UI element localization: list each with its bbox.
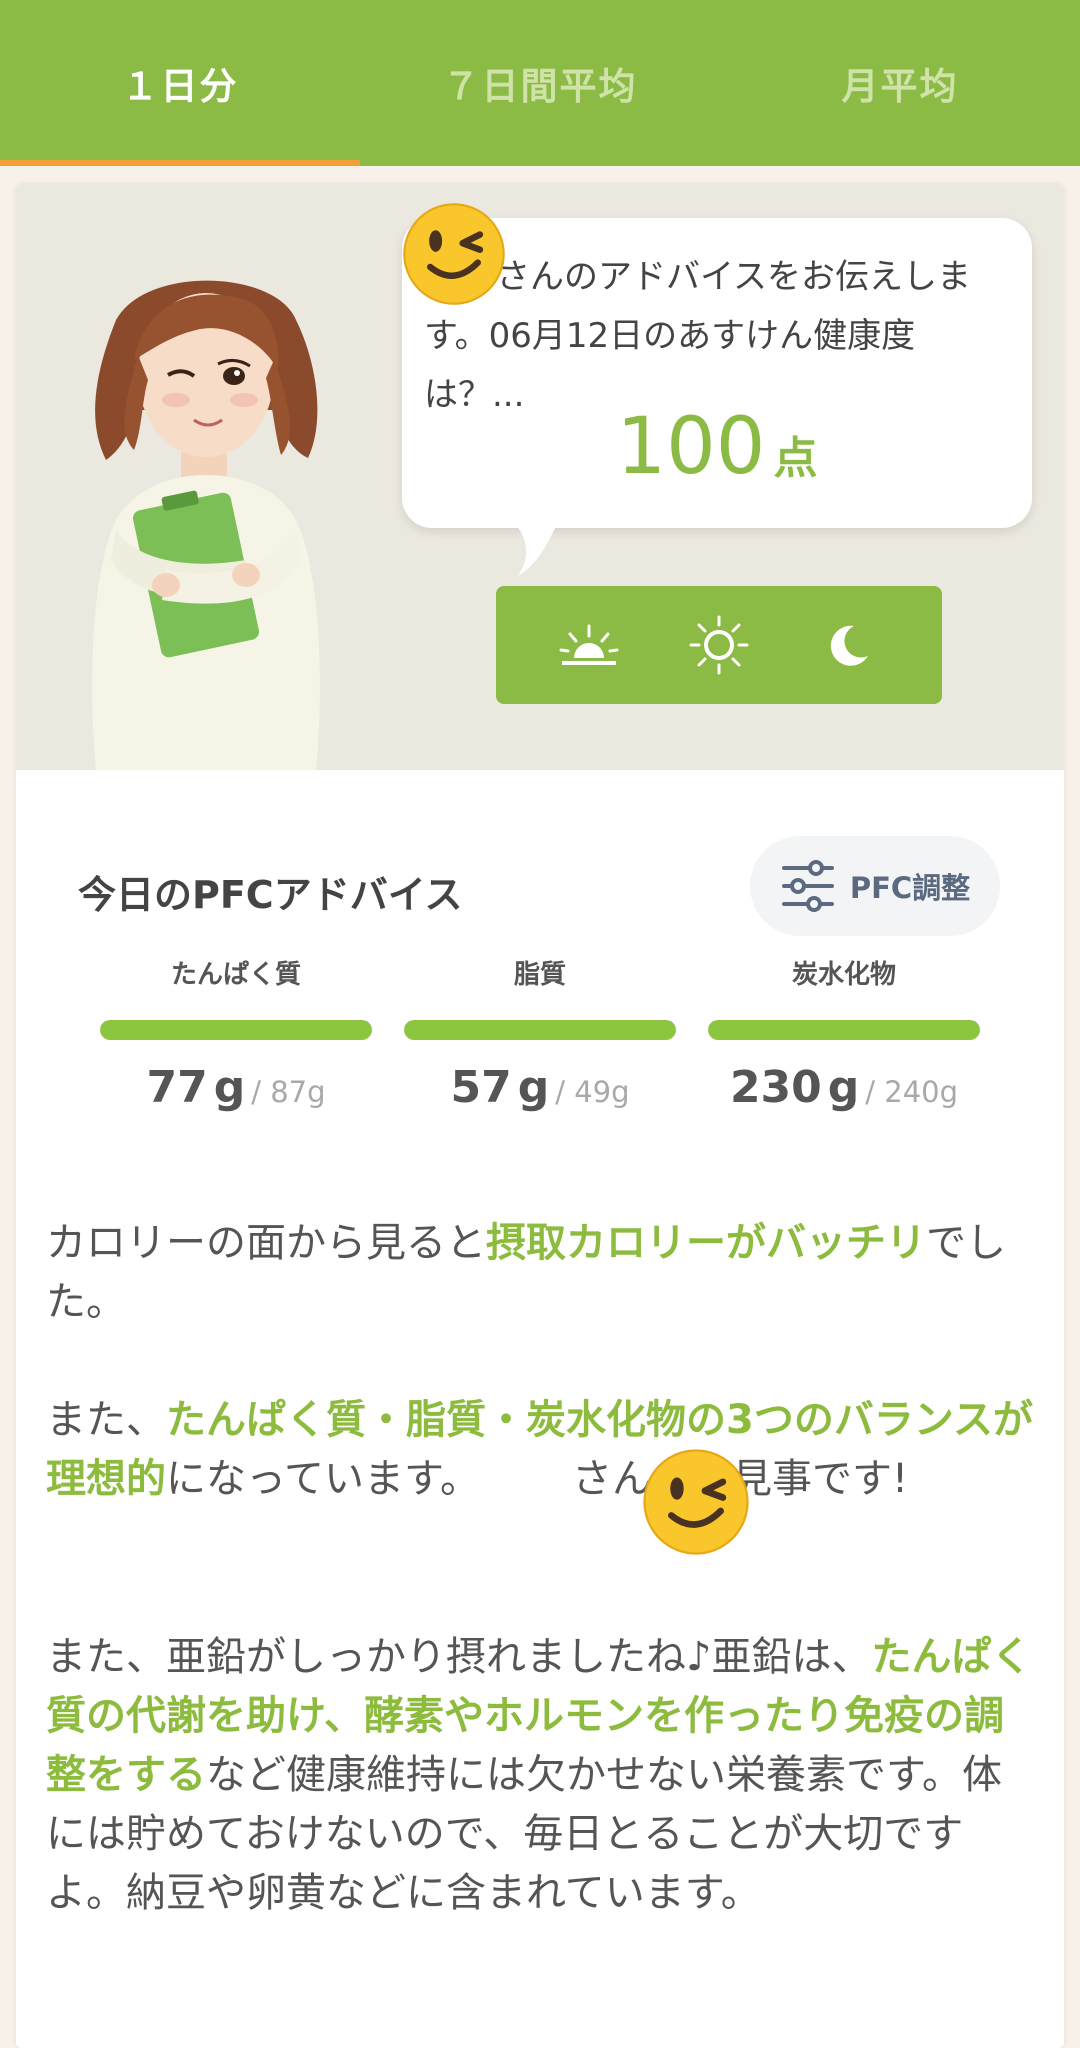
advice-highlight: 摂取カロリーがバッチリ xyxy=(486,1220,926,1266)
health-score-unit: 点 xyxy=(773,433,818,484)
bubble-tail xyxy=(510,518,560,576)
pfc-fat: 脂質 57 g/ 49g xyxy=(404,954,676,1113)
health-score: 100 点 xyxy=(402,402,1032,492)
advisor-hero: さんのアドバイスをお伝えします。06月12日のあすけん健康度は？... 100 点 xyxy=(16,184,1064,770)
dinner-button[interactable] xyxy=(814,610,884,680)
pfc-protein-unit: g xyxy=(213,1062,246,1113)
tab-bar: １日分 ７日間平均 月平均 xyxy=(0,0,1080,166)
pfc-carbohydrate: 炭水化物 230 g/ 240g xyxy=(708,954,980,1113)
pfc-carbohydrate-fill xyxy=(708,1020,980,1040)
pfc-carbohydrate-target: / 240g xyxy=(865,1075,959,1109)
pfc-carbohydrate-unit: g xyxy=(827,1062,860,1113)
meal-time-selector xyxy=(496,586,942,704)
pfc-fat-target: / 49g xyxy=(555,1075,630,1109)
moon-icon xyxy=(830,625,868,666)
advice-intro-text: さんのアドバイスをお伝えします。06月12日のあすけん健康度は？... xyxy=(424,257,971,415)
pfc-fat-unit: g xyxy=(517,1062,550,1113)
advice-text: カロリーの面から見ると xyxy=(46,1220,486,1266)
pfc-fat-actual: 57 xyxy=(450,1062,512,1113)
advice-text: また、 xyxy=(46,1397,166,1443)
advisor-avatar xyxy=(92,280,320,770)
pfc-fat-fill xyxy=(404,1020,676,1040)
tab-weekly-average[interactable]: ７日間平均 xyxy=(360,0,720,166)
lunch-button[interactable] xyxy=(684,610,754,680)
pfc-protein-actual: 77 xyxy=(146,1062,208,1113)
advice-paragraph-balance: また、たんぱく質・脂質・炭水化物の3つのバランスが理想的になっています。さん、お… xyxy=(46,1391,1036,1509)
pfc-protein-bar xyxy=(100,1020,372,1040)
sliders-icon xyxy=(781,860,834,912)
pfc-fat-bar xyxy=(404,1020,676,1040)
tab-monthly-average[interactable]: 月平均 xyxy=(720,0,1080,166)
pfc-adjust-button[interactable]: PFC調整 xyxy=(750,836,1000,936)
wink-emoji-icon xyxy=(643,1449,749,1555)
sun-icon xyxy=(689,615,749,675)
breakfast-button[interactable] xyxy=(554,610,624,680)
pfc-protein-label: たんぱく質 xyxy=(170,960,301,990)
pfc-protein-target: / 87g xyxy=(251,1075,326,1109)
pfc-carbohydrate-bar xyxy=(708,1020,980,1040)
advice-text: また、亜鉛がしっかり摂れましたね♪亜鉛は、 xyxy=(46,1634,872,1680)
active-tab-indicator xyxy=(0,160,360,166)
pfc-fat-label: 脂質 xyxy=(513,960,566,990)
pfc-carbohydrate-label: 炭水化物 xyxy=(791,960,896,990)
wink-emoji-icon xyxy=(403,203,505,305)
pfc-protein-fill xyxy=(100,1020,372,1040)
advice-paragraph-calories: カロリーの面から見ると摂取カロリーがバッチリでした。 xyxy=(46,1214,1036,1332)
pfc-carbohydrate-actual: 230 xyxy=(729,1062,822,1113)
tab-daily[interactable]: １日分 xyxy=(0,0,360,166)
advice-card: さんのアドバイスをお伝えします。06月12日のあすけん健康度は？... 100 点 xyxy=(16,184,1064,2048)
sunrise-icon xyxy=(559,624,619,665)
advice-text: になっています。 xyxy=(166,1456,480,1502)
pfc-protein: たんぱく質 77 g/ 87g xyxy=(100,954,372,1113)
pfc-section-title: 今日のPFCアドバイス xyxy=(78,873,463,917)
advice-paragraph-zinc: また、亜鉛がしっかり摂れましたね♪亜鉛は、たんぱく質の代謝を助け、酵素やホルモン… xyxy=(46,1628,1036,1923)
health-score-value: 100 xyxy=(616,402,766,492)
pfc-adjust-label: PFC調整 xyxy=(849,871,971,905)
